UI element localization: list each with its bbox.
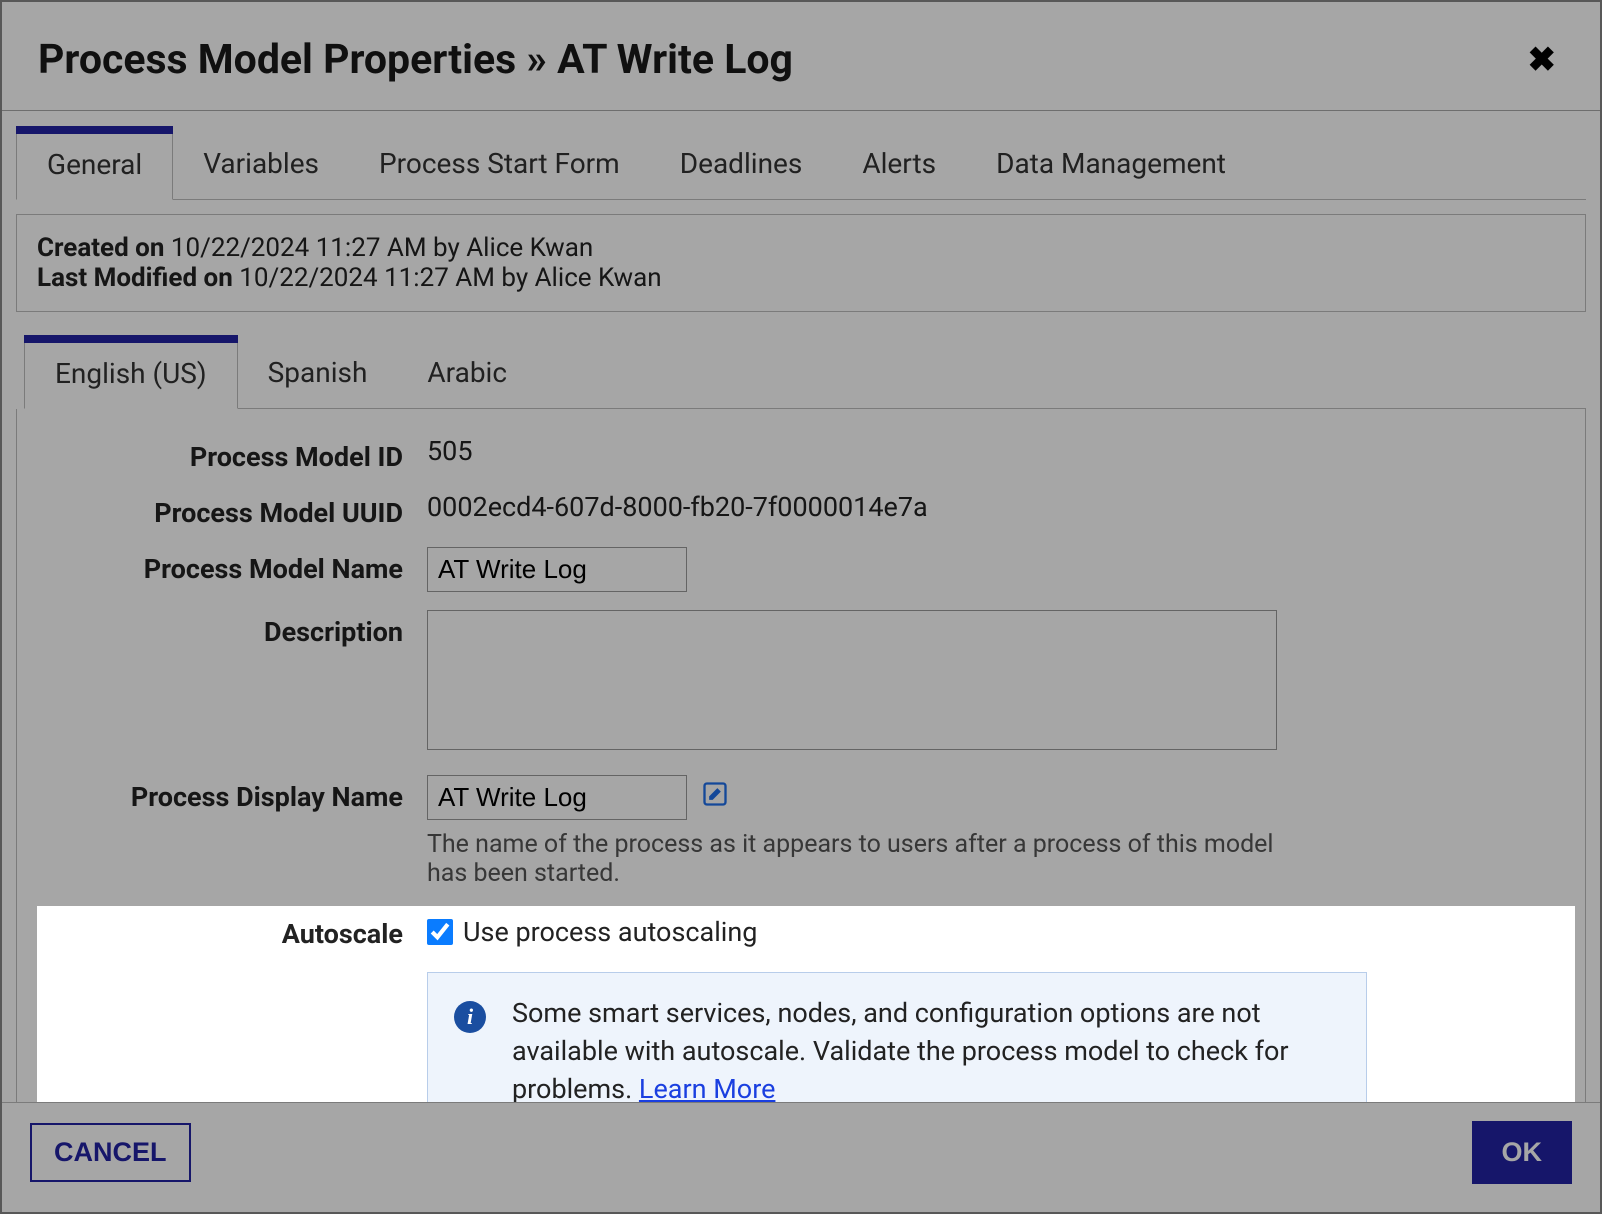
tab-process-start-form[interactable]: Process Start Form	[349, 133, 650, 199]
process-display-name-label: Process Display Name	[47, 775, 427, 813]
process-model-uuid-value: 0002ecd4-607d-8000-fb20-7f0000014e7a	[427, 491, 1555, 523]
form-area: Process Model ID 505 Process Model UUID …	[16, 409, 1586, 1102]
learn-more-link[interactable]: Learn More	[639, 1073, 776, 1102]
tab-data-management[interactable]: Data Management	[966, 133, 1256, 199]
lang-tab-arabic[interactable]: Arabic	[397, 342, 537, 408]
row-process-model-id: Process Model ID 505	[47, 435, 1555, 473]
edit-expression-icon[interactable]	[697, 778, 733, 817]
close-icon[interactable]: ✖	[1520, 36, 1565, 84]
tab-variables[interactable]: Variables	[173, 133, 349, 199]
process-display-name-input[interactable]	[427, 775, 687, 820]
process-model-id-value: 505	[427, 435, 1555, 467]
dialog-body: General Variables Process Start Form Dea…	[2, 111, 1600, 1102]
created-on-label: Created on	[37, 233, 164, 263]
created-on-line: Created on 10/22/2024 11:27 AM by Alice …	[37, 233, 1565, 263]
modified-on-line: Last Modified on 10/22/2024 11:27 AM by …	[37, 263, 1565, 293]
main-tabstrip: General Variables Process Start Form Dea…	[16, 133, 1586, 200]
process-model-id-label: Process Model ID	[47, 435, 427, 473]
process-model-name-input[interactable]	[427, 547, 687, 592]
lang-tab-english-us[interactable]: English (US)	[24, 342, 238, 409]
tab-deadlines[interactable]: Deadlines	[650, 133, 833, 199]
cancel-button[interactable]: CANCEL	[30, 1123, 191, 1182]
process-display-name-help: The name of the process as it appears to…	[427, 830, 1307, 888]
created-on-value: 10/22/2024 11:27 AM by Alice Kwan	[171, 233, 593, 263]
autoscale-checkbox[interactable]	[427, 919, 453, 945]
metadata-box: Created on 10/22/2024 11:27 AM by Alice …	[16, 214, 1586, 312]
process-model-properties-dialog: Process Model Properties » AT Write Log …	[0, 0, 1602, 1214]
row-process-display-name: Process Display Name The name of the pro…	[47, 775, 1555, 888]
tab-general[interactable]: General	[16, 133, 173, 200]
row-autoscale: Autoscale Use process autoscaling i Some…	[37, 906, 1575, 1102]
autoscale-info-text: Some smart services, nodes, and configur…	[512, 995, 1340, 1102]
autoscale-checkbox-label: Use process autoscaling	[463, 916, 757, 948]
process-model-uuid-label: Process Model UUID	[47, 491, 427, 529]
row-process-model-name: Process Model Name	[47, 547, 1555, 592]
ok-button[interactable]: OK	[1472, 1121, 1573, 1184]
modified-on-label: Last Modified on	[37, 263, 233, 293]
modified-on-value: 10/22/2024 11:27 AM by Alice Kwan	[239, 263, 661, 293]
dialog-footer: CANCEL OK	[2, 1102, 1600, 1212]
dialog-header: Process Model Properties » AT Write Log …	[2, 2, 1600, 111]
dialog-title: Process Model Properties » AT Write Log	[38, 36, 793, 84]
info-icon: i	[454, 1001, 486, 1033]
row-description: Description	[47, 610, 1555, 757]
description-label: Description	[47, 610, 427, 648]
autoscale-info-message: Some smart services, nodes, and configur…	[512, 997, 1289, 1102]
language-tabstrip: English (US) Spanish Arabic	[24, 342, 1586, 409]
autoscale-info-box: i Some smart services, nodes, and config…	[427, 972, 1367, 1102]
autoscale-label: Autoscale	[37, 916, 427, 950]
description-textarea[interactable]	[427, 610, 1277, 750]
lang-tab-spanish[interactable]: Spanish	[238, 342, 398, 408]
process-model-name-label: Process Model Name	[47, 547, 427, 585]
row-process-model-uuid: Process Model UUID 0002ecd4-607d-8000-fb…	[47, 491, 1555, 529]
tab-alerts[interactable]: Alerts	[832, 133, 966, 199]
